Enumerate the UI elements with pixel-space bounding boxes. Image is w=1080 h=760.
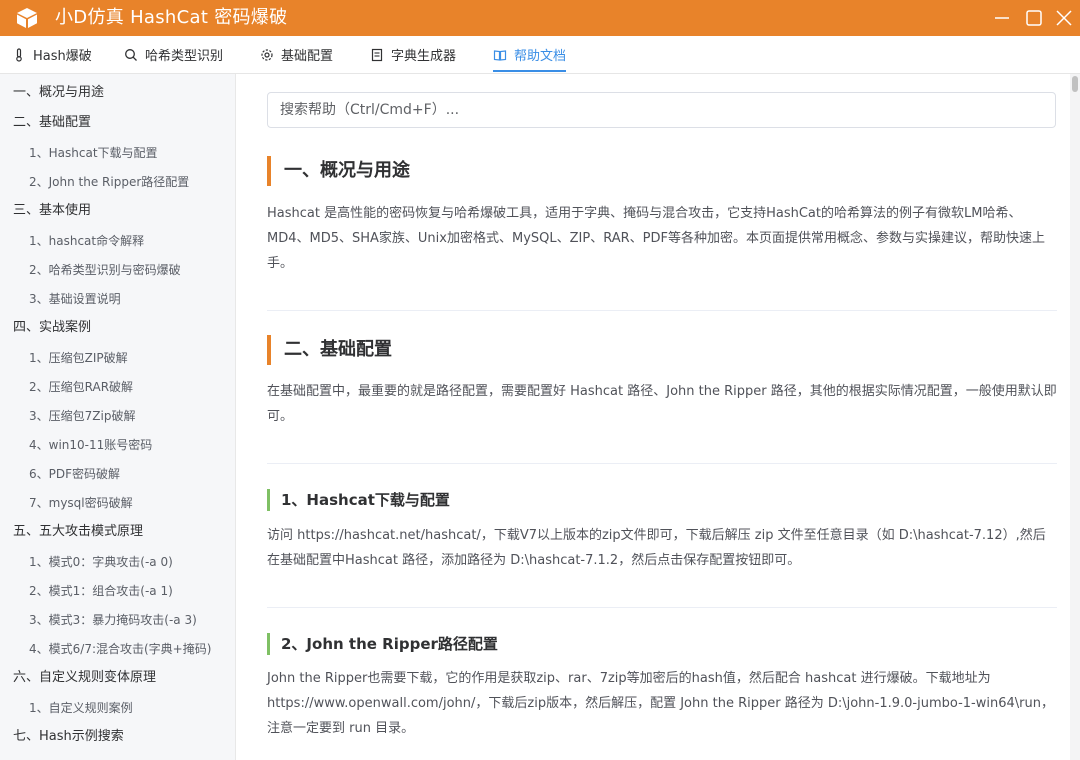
cube-icon xyxy=(15,7,39,29)
subsection-heading: 2、John the Ripper路径配置 xyxy=(267,633,498,655)
tab-hash-identify[interactable]: 哈希类型识别 xyxy=(124,36,223,73)
sidebar-item[interactable]: 2、压缩包RAR破解 xyxy=(0,373,235,401)
document-icon xyxy=(370,48,384,62)
title-bar[interactable]: 小D仿真 HashCat 密码爆破 xyxy=(0,0,1080,36)
close-icon xyxy=(1056,10,1072,26)
app-window: 小D仿真 HashCat 密码爆破 Hash爆破 哈希类型识别 基础配置 字典生… xyxy=(0,0,1080,760)
tab-label: 基础配置 xyxy=(281,49,334,64)
divider xyxy=(267,463,1057,464)
section-heading: 一、概况与用途 xyxy=(267,156,410,186)
sidebar-item[interactable]: 1、压缩包ZIP破解 xyxy=(0,344,235,372)
tab-help-docs[interactable]: 帮助文档 xyxy=(493,36,567,73)
sidebar-item[interactable]: 三、基本使用 xyxy=(0,197,235,225)
sidebar-item[interactable]: 6、PDF密码破解 xyxy=(0,460,235,488)
sidebar-item[interactable]: 七、Hash示例搜索 xyxy=(0,723,235,751)
minimize-button[interactable] xyxy=(990,6,1014,30)
sidebar-item[interactable]: 一、概况与用途 xyxy=(0,79,235,107)
tab-label: 字典生成器 xyxy=(391,49,457,64)
tab-dict-generator[interactable]: 字典生成器 xyxy=(370,36,456,73)
book-icon xyxy=(493,48,507,62)
sidebar-item[interactable]: 1、hashcat命令解释 xyxy=(0,227,235,255)
sidebar-item[interactable]: 4、模式6/7:混合攻击(字典+掩码) xyxy=(0,635,235,663)
content-scrollbar[interactable] xyxy=(1070,74,1080,760)
sidebar-item[interactable]: 3、基础设置说明 xyxy=(0,285,235,313)
sidebar-item[interactable]: 二、基础配置 xyxy=(0,109,235,137)
tab-label: 帮助文档 xyxy=(514,49,567,64)
sidebar-item[interactable]: 1、自定义规则案例 xyxy=(0,694,235,722)
maximize-icon xyxy=(1026,10,1042,26)
sidebar-item[interactable]: 7、mysql密码破解 xyxy=(0,489,235,517)
sidebar-item[interactable]: 1、Hashcat下载与配置 xyxy=(0,139,235,167)
subsection-paragraph: John the Ripper也需要下载，它的作用是获取zip、rar、7zip… xyxy=(267,671,1054,736)
help-sidebar: 一、概况与用途 二、基础配置 1、Hashcat下载与配置 2、John the… xyxy=(0,74,236,760)
section-heading: 二、基础配置 xyxy=(267,335,392,365)
section-paragraph: 在基础配置中，最重要的就是路径配置，需要配置好 Hashcat 路径、John … xyxy=(267,384,1057,424)
sidebar-item[interactable]: 1、模式0：字典攻击(-a 0) xyxy=(0,548,235,576)
sidebar-item[interactable]: 2、John the Ripper路径配置 xyxy=(0,168,235,196)
sidebar-item[interactable]: 六、自定义规则变体原理 xyxy=(0,664,235,692)
maximize-button[interactable] xyxy=(1022,6,1046,30)
gear-icon xyxy=(260,48,274,62)
tab-label: Hash爆破 xyxy=(33,49,92,64)
minimize-icon xyxy=(995,17,1009,19)
subsection-paragraph: 访问 https://hashcat.net/hashcat/，下载V7以上版本… xyxy=(267,528,1046,568)
section-paragraph: Hashcat 是高性能的密码恢复与哈希爆破工具，适用于字典、掩码与混合攻击，它… xyxy=(267,206,1045,271)
sidebar-item[interactable]: 四、实战案例 xyxy=(0,314,235,342)
scrollbar-thumb[interactable] xyxy=(1072,76,1078,92)
sidebar-item[interactable]: 2、哈希类型识别与密码爆破 xyxy=(0,256,235,284)
close-button[interactable] xyxy=(1052,6,1076,30)
tab-bar: Hash爆破 哈希类型识别 基础配置 字典生成器 帮助文档 xyxy=(0,36,1080,74)
sidebar-item[interactable]: 2、模式1：组合攻击(-a 1) xyxy=(0,577,235,605)
help-search-input[interactable] xyxy=(267,92,1056,128)
subsection-heading: 1、Hashcat下载与配置 xyxy=(267,489,450,511)
help-content: 一、概况与用途 Hashcat 是高性能的密码恢复与哈希爆破工具，适用于字典、掩… xyxy=(237,74,1070,760)
sidebar-item[interactable]: 3、模式3：暴力掩码攻击(-a 3) xyxy=(0,606,235,634)
tab-label: 哈希类型识别 xyxy=(145,49,224,64)
sidebar-item[interactable]: 4、win10-11账号密码 xyxy=(0,431,235,459)
thermometer-icon xyxy=(12,47,26,62)
app-title: 小D仿真 HashCat 密码爆破 xyxy=(55,7,288,28)
tab-basic-config[interactable]: 基础配置 xyxy=(260,36,333,73)
divider xyxy=(267,607,1057,608)
sidebar-item[interactable]: 3、压缩包7Zip破解 xyxy=(0,402,235,430)
search-icon xyxy=(124,48,138,62)
sidebar-item[interactable]: 五、五大攻击模式原理 xyxy=(0,518,235,546)
divider xyxy=(267,310,1057,311)
tab-hash-crack[interactable]: Hash爆破 xyxy=(12,36,92,73)
